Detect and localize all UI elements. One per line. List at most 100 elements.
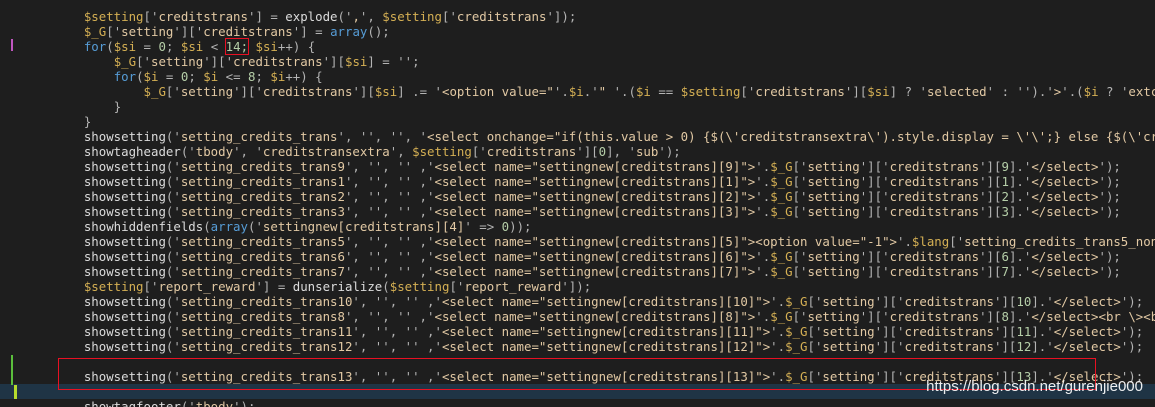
code-token: [' [471, 144, 487, 159]
code-line[interactable]: for($si = 0; $si < 14; $si++) { [0, 38, 1155, 55]
code-line[interactable]: showtagheader('tbody', 'creditstransextr… [0, 144, 1155, 159]
code-token: showsetting [83, 234, 166, 249]
code-token: tbody [195, 399, 234, 407]
code-token: setting [807, 309, 860, 324]
code-token: ].' [1008, 204, 1032, 219]
code-line[interactable] [0, 354, 1155, 369]
code-token: 11 [1016, 324, 1032, 339]
code-line[interactable]: showsetting('setting_credits_trans7', ''… [0, 264, 1155, 279]
code-line[interactable]: showsetting('setting_credits_trans10', '… [0, 294, 1155, 309]
code-token: $si [255, 39, 278, 54]
code-token: ].' [1008, 189, 1032, 204]
code-editor[interactable]: $setting['creditstrans'] = explode(',', … [0, 0, 1155, 407]
code-line[interactable]: for($i = 0; $i <= 8; $i++) { [0, 69, 1155, 84]
code-line[interactable] [0, 384, 1155, 399]
code-token: '); [1120, 369, 1144, 384]
code-line[interactable]: $_G['setting']['creditstrans'][$si] .= '… [0, 84, 1155, 99]
code-token: 8 [1001, 309, 1009, 324]
code-token: setting_credits_trans5 [180, 234, 345, 249]
code-token: '][ [979, 249, 1002, 264]
code-token: [' [165, 84, 181, 99]
code-token: '][' [173, 24, 204, 39]
code-token: <select name="settingnew[creditstrans][1… [441, 369, 771, 384]
code-token: setting_credits_trans12 [180, 339, 353, 354]
code-token: [' [792, 174, 808, 189]
code-token: showtagheader [83, 144, 181, 159]
code-token: (' [165, 159, 181, 174]
code-token: ] = ''; [367, 54, 420, 69]
code-token: creditstrans [456, 9, 547, 24]
code-line[interactable]: showsetting('setting_credits_trans11', '… [0, 324, 1155, 339]
code-token: ' : '').' [986, 84, 1054, 99]
code-token: <= [218, 69, 249, 84]
code-token: ' => [464, 219, 502, 234]
code-token: sub [635, 144, 659, 159]
code-token: ', '', '' ,' [344, 204, 435, 219]
code-token: '][ [352, 84, 375, 99]
change-marker [11, 39, 13, 51]
code-token: $_G [770, 189, 793, 204]
code-token: $lang [911, 234, 950, 249]
code-token: ']); [561, 279, 592, 294]
code-text: showsetting('setting_credits_trans1', ''… [54, 174, 1121, 189]
code-token: $_G [770, 204, 793, 219]
code-token: creditstrans [889, 309, 980, 324]
code-token: '. [770, 324, 786, 339]
code-token: '. [755, 159, 771, 174]
code-line[interactable]: $_G['setting']['creditstrans'] = array()… [0, 24, 1155, 39]
code-line[interactable]: showsetting('setting_credits_trans3', ''… [0, 204, 1155, 219]
code-line[interactable]: showsetting('setting_credits_trans9', ''… [0, 159, 1155, 174]
code-token: showsetting [83, 369, 166, 384]
code-token: [' [807, 369, 823, 384]
code-token: for [113, 69, 137, 84]
code-line[interactable]: $_G['setting']['creditstrans'][$si] = ''… [0, 54, 1155, 69]
code-token: 3 [1001, 204, 1009, 219]
code-token: creditstrans [486, 144, 577, 159]
code-line[interactable]: } [0, 99, 1155, 114]
code-line[interactable]: showsetting('setting_credits_trans6', ''… [0, 249, 1155, 264]
code-line[interactable]: showsetting('setting_credits_trans5', ''… [0, 234, 1155, 249]
code-token: '][ [979, 174, 1002, 189]
code-line[interactable]: showsetting('setting_credits_trans13', '… [0, 369, 1155, 384]
code-token: <select name="settingnew[creditstrans][3… [434, 204, 756, 219]
code-line[interactable]: showsetting('setting_credits_trans8', ''… [0, 309, 1155, 324]
code-token: '); [1120, 324, 1144, 339]
code-token: </select> [1031, 249, 1099, 264]
code-token: [' [143, 9, 159, 24]
code-line[interactable]: showsetting('setting_credits_trans', '',… [0, 129, 1155, 144]
code-token: $_G [785, 294, 808, 309]
code-token: .' [583, 84, 599, 99]
code-line[interactable]: $setting['report_reward'] = dunserialize… [0, 279, 1155, 294]
code-token: '); [1120, 339, 1144, 354]
code-line[interactable]: showsetting('setting_credits_trans12', '… [0, 339, 1155, 354]
code-line[interactable]: showhiddenfields(array('settingnew[credi… [0, 219, 1155, 234]
code-token: creditstrans [889, 264, 980, 279]
code-text: $setting['report_reward'] = dunserialize… [54, 279, 591, 294]
code-token: ; [188, 69, 204, 84]
code-token: '][' [874, 369, 905, 384]
code-token: [' [792, 204, 808, 219]
code-line[interactable]: $setting['creditstrans'] = explode(',', … [0, 9, 1155, 24]
code-token: creditstrans [889, 204, 980, 219]
code-line[interactable]: } [0, 114, 1155, 129]
code-text: showhiddenfields(array('settingnew[credi… [54, 219, 532, 234]
code-token: '][' [859, 159, 890, 174]
code-token: '.( [613, 84, 636, 99]
code-line[interactable]: showsetting('setting_credits_trans2', ''… [0, 189, 1155, 204]
code-token: '][ [576, 144, 599, 159]
code-token: '); [1098, 264, 1121, 279]
code-token: 1 [1001, 174, 1009, 189]
code-token: 0 [598, 144, 607, 159]
code-token: showsetting [83, 324, 166, 339]
code-line[interactable]: showtagfooter('tbody'); [0, 399, 1155, 407]
code-text: } [54, 99, 121, 114]
code-token: <select name="settingnew[creditstrans][8… [434, 309, 756, 324]
code-token: showsetting [83, 189, 166, 204]
code-line[interactable]: showsetting('setting_credits_trans1', ''… [0, 174, 1155, 189]
code-token: '] = [292, 24, 331, 39]
code-token: showsetting [83, 159, 166, 174]
